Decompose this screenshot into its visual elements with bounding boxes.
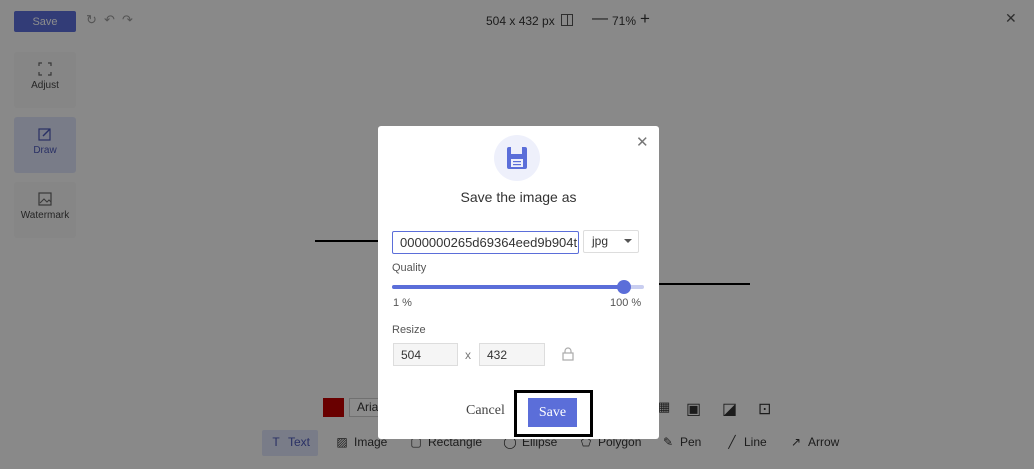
lock-icon[interactable] (562, 347, 574, 361)
format-select[interactable]: jpg (583, 230, 639, 253)
dimension-separator: x (465, 348, 471, 362)
close-dialog-icon[interactable]: ✕ (636, 133, 649, 151)
save-disk-icon (494, 135, 540, 181)
chevron-down-icon (624, 239, 632, 243)
height-input[interactable] (479, 343, 545, 366)
dialog-title: Save the image as (460, 189, 577, 205)
resize-label: Resize (392, 324, 426, 336)
filename-input[interactable]: 0000000265d69364eed9b904t (392, 231, 579, 254)
quality-slider-thumb[interactable] (617, 280, 631, 294)
format-value: jpg (592, 234, 609, 248)
save-button[interactable]: Save (528, 398, 577, 427)
cancel-button[interactable]: Cancel (466, 403, 505, 419)
width-input[interactable] (393, 343, 458, 366)
quality-min-label: 1 % (393, 297, 412, 309)
save-dialog: ✕ Save the image as 0000000265d69364eed9… (378, 126, 659, 439)
quality-label: Quality (392, 262, 427, 274)
quality-max-label: 100 % (610, 297, 642, 309)
filename-value: 0000000265d69364eed9b904t (400, 235, 578, 250)
quality-slider[interactable] (392, 280, 644, 294)
right-annotation-arrow (646, 279, 750, 289)
quality-slider-fill (392, 285, 624, 289)
